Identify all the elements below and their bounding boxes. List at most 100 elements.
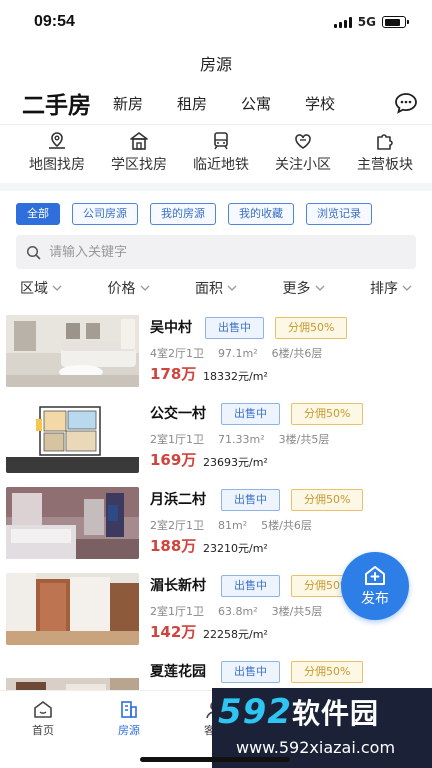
sort-area[interactable]: 面积 — [195, 278, 237, 298]
subway-icon — [214, 132, 228, 150]
chevron-down-icon — [52, 285, 62, 291]
sort-order[interactable]: 排序 — [370, 278, 412, 298]
chip-all[interactable]: 全部 — [16, 203, 60, 225]
listing-floor: 5楼/共6层 — [261, 519, 312, 532]
listing-area: 97.1m² — [218, 347, 258, 360]
commission-badge: 分佣50% — [291, 661, 364, 683]
map-pin-icon — [49, 132, 65, 149]
sort-label: 面积 — [195, 281, 223, 297]
building-icon — [121, 701, 137, 718]
quick-link-school[interactable]: 学区找房 — [100, 131, 178, 183]
listing-area: 81m² — [218, 519, 248, 532]
commission-badge: 分佣50% — [275, 317, 348, 339]
status-badge: 出售中 — [205, 317, 264, 339]
chevron-down-icon — [227, 285, 237, 291]
status-time: 09:54 — [34, 13, 75, 30]
listing-photo — [6, 315, 139, 387]
publish-button[interactable]: 发布 — [341, 552, 409, 620]
listing-price: 178万 — [150, 365, 197, 383]
listing-card[interactable]: 公交一村 出售中 分佣50% 2室1厅1卫 71.33m² 3楼/共5层 169万 … — [0, 401, 432, 487]
listing-floor: 3楼/共5层 — [278, 433, 330, 446]
chevron-down-icon — [315, 285, 324, 291]
listing-title: 夏莲花园 — [150, 664, 206, 680]
quick-link-label: 学区找房 — [111, 157, 167, 173]
listing-price: 142万 — [150, 623, 197, 641]
home-indicator — [140, 757, 290, 762]
search-icon — [26, 245, 41, 259]
listing-details: 4室2厅1卫 97.1m² 6楼/共6层 — [150, 345, 336, 361]
listing-details: 2室2厅1卫 81m² 5楼/共6层 — [150, 517, 326, 533]
listing-unit-price: 22258元/m² — [203, 628, 268, 641]
status-badge: 出售中 — [221, 489, 280, 511]
quick-link-subway[interactable]: 临近地铁 — [182, 131, 260, 183]
home-icon — [34, 701, 52, 718]
watermark-url: www.592xiazai.com — [236, 738, 396, 757]
status-indicators: 5G — [333, 15, 409, 29]
commission-badge: 分佣50% — [291, 489, 364, 511]
filter-chips: 全部 公司房源 我的房源 我的收藏 浏览记录 — [0, 191, 432, 229]
chip-company-listings[interactable]: 公司房源 — [72, 203, 138, 225]
listing-title: 湄长新村 — [150, 578, 206, 594]
quick-link-label: 主营板块 — [357, 157, 413, 173]
chat-icon[interactable] — [394, 92, 418, 114]
chip-browse-history[interactable]: 浏览记录 — [306, 203, 372, 225]
quick-link-favorite-community[interactable]: 关注小区 — [264, 131, 342, 183]
chip-my-listings[interactable]: 我的房源 — [150, 203, 216, 225]
nav-label: 首页 — [32, 724, 54, 737]
sort-label: 更多 — [282, 281, 311, 297]
listing-title: 月浜二村 — [150, 492, 206, 508]
listing-photo — [6, 487, 139, 559]
nav-home[interactable]: 首页 — [0, 691, 86, 768]
listing-unit-price: 18332元/m² — [203, 370, 268, 383]
signal-icon — [333, 16, 352, 28]
tab-rental[interactable]: 租房 — [177, 93, 207, 114]
listing-title: 吴中村 — [150, 320, 192, 336]
listing-price: 169万 — [150, 451, 197, 469]
watermark-brand: 592软件园 — [218, 692, 379, 732]
listing-layout: 2室1厅1卫 — [150, 433, 204, 446]
quick-link-label: 地图找房 — [29, 157, 85, 173]
listing-unit-price: 23693元/m² — [203, 456, 268, 469]
chevron-down-icon — [140, 285, 149, 291]
school-icon — [130, 132, 148, 150]
puzzle-icon — [377, 134, 393, 150]
listing-photo — [6, 573, 139, 645]
network-label: 5G — [357, 15, 376, 29]
chip-my-favorites[interactable]: 我的收藏 — [228, 203, 294, 225]
listing-layout: 2室1厅1卫 — [150, 605, 204, 618]
heart-building-icon — [295, 134, 311, 149]
watermark-text: 软件园 — [291, 697, 379, 730]
tab-apartment[interactable]: 公寓 — [241, 93, 271, 114]
search-input[interactable] — [49, 244, 349, 260]
sort-district[interactable]: 区域 — [20, 278, 62, 298]
listing-unit-price: 23210元/m² — [203, 542, 268, 555]
status-badge: 出售中 — [221, 403, 280, 425]
status-badge: 出售中 — [221, 575, 280, 597]
listing-photo — [6, 401, 139, 473]
listing-details: 2室1厅1卫 63.8m² 3楼/共5层 — [150, 603, 336, 619]
listing-floor: 6楼/共6层 — [271, 347, 323, 360]
listing-card[interactable]: 吴中村 出售中 分佣50% 4室2厅1卫 97.1m² 6楼/共6层 178万 18… — [0, 315, 432, 401]
battery-icon — [382, 16, 409, 28]
property-type-tabs: 二手房 新房 租房 公寓 学校 — [0, 82, 432, 124]
nav-label: 房源 — [118, 724, 140, 737]
tab-new-homes[interactable]: 新房 — [113, 93, 143, 114]
house-plus-icon — [365, 566, 385, 585]
tab-second-hand[interactable]: 二手房 — [22, 86, 91, 120]
listing-photo — [6, 659, 139, 693]
listing-area: 71.33m² — [218, 433, 265, 446]
sort-bar: 区域 价格 面积 更多 排序 — [0, 269, 432, 307]
quick-link-map[interactable]: 地图找房 — [18, 131, 96, 183]
commission-badge: 分佣50% — [291, 403, 364, 425]
quick-links: 地图找房 学区找房 临近地铁 关注小区 主营板块 — [0, 125, 432, 183]
quick-link-label: 临近地铁 — [193, 157, 249, 173]
listing-list: 吴中村 出售中 分佣50% 4室2厅1卫 97.1m² 6楼/共6层 178万 18… — [0, 307, 432, 699]
listing-layout: 4室2厅1卫 — [150, 347, 204, 360]
sort-label: 区域 — [20, 281, 48, 297]
quick-link-main-area[interactable]: 主营板块 — [346, 131, 424, 183]
sort-label: 价格 — [107, 281, 136, 297]
sort-more[interactable]: 更多 — [283, 278, 325, 298]
search-box — [16, 235, 416, 269]
sort-price[interactable]: 价格 — [108, 278, 150, 298]
tab-school[interactable]: 学校 — [305, 93, 335, 114]
